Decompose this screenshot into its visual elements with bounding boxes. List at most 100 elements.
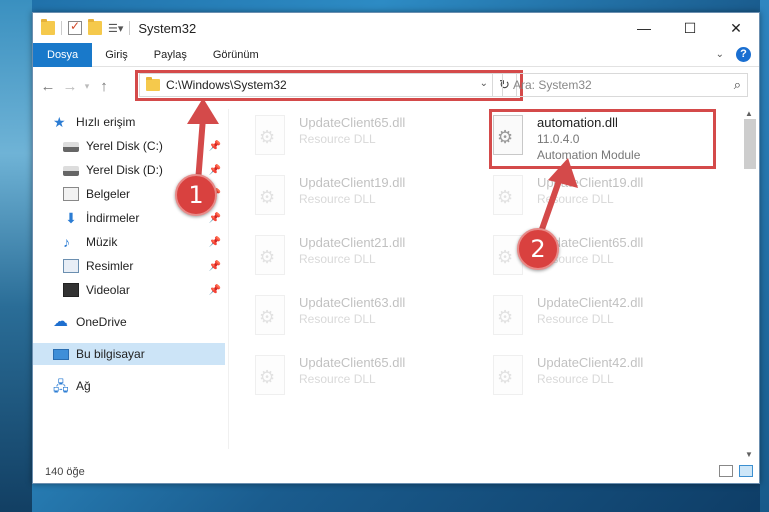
scrollbar-thumb[interactable] bbox=[744, 119, 756, 169]
pin-icon[interactable]: 📌 bbox=[209, 213, 221, 224]
search-placeholder: Ara: System32 bbox=[513, 78, 592, 92]
pin-icon[interactable]: 📌 bbox=[209, 285, 221, 296]
sidebar-item-label: OneDrive bbox=[76, 315, 127, 329]
cloud-icon: ☁ bbox=[53, 313, 68, 330]
window-title: System32 bbox=[138, 20, 197, 36]
search-input[interactable]: Ara: System32 ⌕ bbox=[502, 73, 748, 97]
status-bar: 140 öğe bbox=[33, 461, 759, 483]
sidebar-item-videos[interactable]: Videolar 📌 bbox=[63, 279, 225, 301]
documents-icon bbox=[63, 187, 79, 201]
file-type: Resource DLL bbox=[537, 312, 614, 326]
file-name: UpdateClient19.dll bbox=[537, 175, 644, 190]
dll-file-icon: ⚙ bbox=[253, 175, 289, 219]
up-arrow-icon[interactable]: ↑ bbox=[93, 78, 115, 95]
dll-file-icon: ⚙ bbox=[491, 175, 527, 219]
sidebar-item-this-pc[interactable]: Bu bilgisayar bbox=[33, 343, 225, 365]
file-name: UpdateClient19.dll bbox=[299, 175, 406, 190]
tiles-view-icon[interactable] bbox=[739, 465, 753, 477]
tab-file[interactable]: Dosya bbox=[33, 42, 93, 67]
new-folder-icon[interactable] bbox=[88, 19, 102, 35]
tab-view[interactable]: Görünüm bbox=[200, 43, 272, 67]
customize-toolbar-icon[interactable]: ☰▾ bbox=[108, 22, 123, 35]
file-name: UpdateClient42.dll bbox=[537, 355, 644, 370]
sidebar-item-music[interactable]: ♪ Müzik 📌 bbox=[63, 231, 225, 253]
file-name: UpdateClient21.dll bbox=[299, 235, 406, 250]
star-icon: ★ bbox=[53, 114, 66, 130]
minimize-icon[interactable]: — bbox=[621, 13, 667, 43]
pin-icon[interactable]: 📌 bbox=[209, 261, 221, 272]
file-name: UpdateClient65.dll bbox=[299, 115, 406, 130]
dll-file-icon: ⚙ bbox=[491, 355, 527, 399]
file-name: UpdateClient63.dll bbox=[299, 295, 406, 310]
file-tile[interactable]: ⚙ UpdateClient42.dll Resource DLL bbox=[491, 351, 711, 403]
sidebar-item-network[interactable]: 🖧 Ağ bbox=[53, 375, 225, 397]
pin-icon[interactable]: 📌 bbox=[209, 165, 221, 176]
sidebar-item-label: Yerel Disk (D:) bbox=[86, 163, 163, 177]
download-icon: ⬇ bbox=[65, 210, 77, 226]
sidebar-item-label: Belgeler bbox=[86, 187, 131, 201]
file-type: Resource DLL bbox=[299, 372, 376, 386]
divider bbox=[129, 21, 131, 35]
file-tile[interactable]: ⚙ UpdateClient19.dll Resource DLL bbox=[253, 171, 473, 223]
dll-file-icon: ⚙ bbox=[253, 355, 289, 399]
search-icon[interactable]: ⌕ bbox=[734, 77, 741, 93]
sidebar-item-label: Bu bilgisayar bbox=[76, 347, 145, 361]
file-type: Resource DLL bbox=[299, 252, 376, 266]
back-arrow-icon[interactable]: ← bbox=[37, 78, 59, 95]
dll-file-icon: ⚙ bbox=[253, 115, 289, 159]
vertical-scrollbar[interactable]: ▲ ▼ bbox=[742, 109, 759, 459]
title-bar: ☰▾ System32 — ☐ ✕ bbox=[33, 13, 759, 43]
desktop-background-left bbox=[0, 0, 32, 512]
address-highlight-box bbox=[135, 70, 523, 101]
window-controls: — ☐ ✕ bbox=[621, 13, 759, 43]
file-tile[interactable]: ⚙ UpdateClient65.dll Resource DLL bbox=[253, 111, 473, 163]
file-type: Resource DLL bbox=[299, 312, 376, 326]
file-type: Resource DLL bbox=[299, 192, 376, 206]
file-type: Resource DLL bbox=[537, 192, 614, 206]
maximize-icon[interactable]: ☐ bbox=[667, 13, 713, 43]
sidebar-item-onedrive[interactable]: ☁ OneDrive bbox=[53, 311, 225, 333]
ribbon-right-controls: ⌄ ? bbox=[716, 47, 751, 62]
sidebar-item-quick-access[interactable]: ★ Hızlı erişim bbox=[53, 111, 245, 133]
step-1-badge: 1 bbox=[175, 174, 217, 216]
file-tile[interactable]: ⚙ UpdateClient21.dll Resource DLL bbox=[253, 231, 473, 283]
divider bbox=[61, 21, 62, 35]
pin-icon[interactable]: 📌 bbox=[209, 237, 221, 248]
file-type: Resource DLL bbox=[537, 372, 614, 386]
pane-divider[interactable] bbox=[228, 109, 229, 449]
tab-home[interactable]: Giriş bbox=[92, 43, 141, 67]
properties-icon[interactable] bbox=[68, 19, 82, 35]
recent-locations-icon[interactable]: ▾ bbox=[81, 81, 93, 92]
help-icon[interactable]: ? bbox=[736, 47, 751, 62]
sidebar-item-local-disk-c[interactable]: Yerel Disk (C:) 📌 bbox=[63, 135, 225, 157]
file-explorer-window: ☰▾ System32 — ☐ ✕ Dosya Giriş Paylaş Gör… bbox=[32, 12, 760, 484]
file-tile[interactable]: ⚙ UpdateClient63.dll Resource DLL bbox=[253, 291, 473, 343]
expand-ribbon-icon[interactable]: ⌄ bbox=[716, 49, 724, 60]
videos-icon bbox=[63, 283, 79, 297]
scroll-up-icon[interactable]: ▲ bbox=[745, 109, 753, 118]
sidebar-item-label: Yerel Disk (C:) bbox=[86, 139, 163, 153]
navigation-pane: ★ Hızlı erişim Yerel Disk (C:) 📌 Yerel D… bbox=[33, 109, 225, 461]
file-tile[interactable]: ⚙ UpdateClient42.dll Resource DLL bbox=[491, 291, 711, 343]
music-icon: ♪ bbox=[63, 234, 70, 250]
sidebar-item-label: İndirmeler bbox=[86, 211, 140, 225]
file-name: UpdateClient65.dll bbox=[299, 355, 406, 370]
file-tile[interactable]: ⚙ UpdateClient19.dll Resource DLL bbox=[491, 171, 711, 223]
sidebar-item-pictures[interactable]: Resimler 📌 bbox=[63, 255, 225, 277]
drive-icon bbox=[63, 142, 79, 152]
file-type: Resource DLL bbox=[299, 132, 376, 146]
scroll-down-icon[interactable]: ▼ bbox=[745, 450, 753, 459]
ribbon-tabs: Dosya Giriş Paylaş Görünüm ⌄ ? bbox=[33, 42, 759, 67]
step-2-badge: 2 bbox=[517, 228, 559, 270]
view-toggle bbox=[719, 465, 753, 477]
close-icon[interactable]: ✕ bbox=[713, 13, 759, 43]
network-icon: 🖧 bbox=[53, 378, 69, 394]
sidebar-item-label: Resimler bbox=[86, 259, 134, 273]
tab-share[interactable]: Paylaş bbox=[141, 43, 200, 67]
details-view-icon[interactable] bbox=[719, 465, 733, 477]
file-tile[interactable]: ⚙ UpdateClient65.dll Resource DLL bbox=[253, 351, 473, 403]
forward-arrow-icon[interactable]: → bbox=[59, 78, 81, 95]
pin-icon[interactable]: 📌 bbox=[209, 141, 221, 152]
dll-file-icon: ⚙ bbox=[253, 235, 289, 279]
dll-file-icon: ⚙ bbox=[253, 295, 289, 339]
